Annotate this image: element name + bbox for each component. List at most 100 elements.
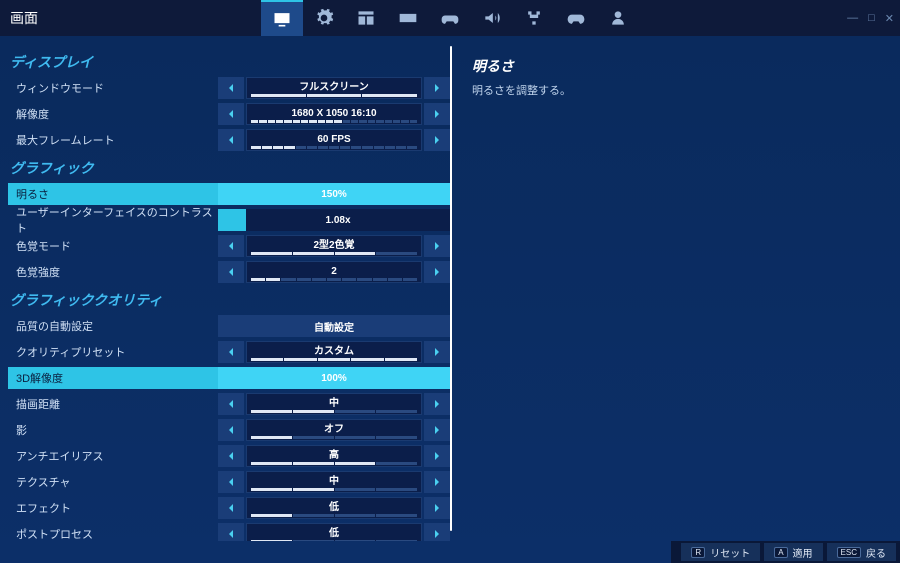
tick-strip — [251, 252, 417, 255]
prev-button[interactable] — [218, 129, 244, 151]
next-button[interactable] — [424, 393, 450, 415]
setting-row: アンチエイリアス 高 — [8, 444, 450, 468]
next-button[interactable] — [424, 341, 450, 363]
auto-set-button[interactable]: 自動設定 — [218, 315, 450, 337]
section-header: グラフィッククオリティ — [8, 290, 450, 310]
next-button[interactable] — [424, 103, 450, 125]
value-text: 1680 X 1050 16:10 — [291, 109, 376, 119]
maximize-icon[interactable]: □ — [868, 12, 875, 25]
setting-label: アンチエイリアス — [8, 448, 218, 464]
tab-network[interactable] — [513, 0, 555, 36]
tick-strip — [251, 120, 417, 123]
prev-button[interactable] — [218, 393, 244, 415]
setting-control: 低 — [218, 523, 450, 541]
setting-label: エフェクト — [8, 500, 218, 516]
prev-button[interactable] — [218, 341, 244, 363]
tick-strip — [251, 358, 417, 361]
prev-button[interactable] — [218, 471, 244, 493]
setting-control: 中 — [218, 393, 450, 415]
next-button[interactable] — [424, 471, 450, 493]
value-box: 低 — [246, 497, 422, 519]
prev-button[interactable] — [218, 523, 244, 541]
key-badge: ESC — [837, 547, 861, 558]
tab-ui[interactable] — [345, 0, 387, 36]
value-box: カスタム — [246, 341, 422, 363]
setting-label: ポストプロセス — [8, 526, 218, 541]
tab-keyboard[interactable] — [387, 0, 429, 36]
slider-value: 1.08x — [325, 215, 350, 226]
value-box: オフ — [246, 419, 422, 441]
page-title: 画面 — [10, 8, 38, 28]
value-text: 低 — [329, 503, 339, 513]
next-button[interactable] — [424, 419, 450, 441]
value-box: フルスクリーン — [246, 77, 422, 99]
setting-control[interactable]: 150% — [218, 183, 450, 205]
next-button[interactable] — [424, 235, 450, 257]
tab-controller2[interactable] — [555, 0, 597, 36]
prev-button[interactable] — [218, 497, 244, 519]
tick-strip — [251, 488, 417, 491]
tick-strip — [251, 436, 417, 439]
value-text: オフ — [324, 425, 344, 435]
next-button[interactable] — [424, 497, 450, 519]
tick-strip — [251, 146, 417, 149]
slider-fill: 150% — [218, 183, 450, 205]
value-box: 高 — [246, 445, 422, 467]
value-text: 低 — [329, 529, 339, 539]
value-text: 高 — [329, 451, 339, 461]
prev-button[interactable] — [218, 235, 244, 257]
setting-control[interactable]: 100% — [218, 367, 450, 389]
value-text: カスタム — [314, 347, 354, 357]
minimize-icon[interactable]: — — [847, 12, 858, 25]
setting-row: 色覚強度2 — [8, 260, 450, 284]
setting-label: 品質の自動設定 — [8, 318, 218, 334]
setting-label: 色覚モード — [8, 238, 218, 254]
detail-desc: 明るさを調整する。 — [472, 82, 880, 98]
footer: R リセット A 適用 ESC 戻る — [671, 541, 900, 563]
window-controls: — □ ✕ — [847, 12, 894, 25]
setting-row: テクスチャ中 — [8, 470, 450, 494]
value-text: フルスクリーン — [299, 83, 369, 93]
setting-row: 3D解像度100% — [8, 366, 450, 390]
setting-control[interactable]: 1.08x — [218, 209, 450, 231]
setting-control: 高 — [218, 445, 450, 467]
next-button[interactable] — [424, 77, 450, 99]
setting-label: 描画距離 — [8, 396, 218, 412]
slider-fill: 100% — [218, 367, 450, 389]
value-box: 1680 X 1050 16:10 — [246, 103, 422, 125]
settings-list: ディスプレイウィンドウモードフルスクリーン解像度1680 X 1050 16:1… — [0, 36, 450, 541]
back-button[interactable]: ESC 戻る — [827, 543, 896, 561]
tab-audio[interactable] — [471, 0, 513, 36]
value-box: 中 — [246, 393, 422, 415]
prev-button[interactable] — [218, 103, 244, 125]
tab-game[interactable] — [303, 0, 345, 36]
setting-row: 描画距離 中 — [8, 392, 450, 416]
setting-row: クオリティプリセット カスタム — [8, 340, 450, 364]
tick-strip — [251, 462, 417, 465]
button-label: リセット — [710, 545, 750, 560]
prev-button[interactable] — [218, 419, 244, 441]
value-box: 2 — [246, 261, 422, 283]
setting-control: 60 FPS — [218, 129, 450, 151]
setting-label: クオリティプリセット — [8, 344, 218, 360]
tab-video[interactable] — [261, 0, 303, 36]
next-button[interactable] — [424, 129, 450, 151]
prev-button[interactable] — [218, 445, 244, 467]
setting-row: 解像度1680 X 1050 16:10 — [8, 102, 450, 126]
next-button[interactable] — [424, 261, 450, 283]
tab-account[interactable] — [597, 0, 639, 36]
setting-control: カスタム — [218, 341, 450, 363]
next-button[interactable] — [424, 445, 450, 467]
setting-control: フルスクリーン — [218, 77, 450, 99]
button-label: 適用 — [793, 545, 813, 560]
next-button[interactable] — [424, 523, 450, 541]
button-label: 戻る — [866, 545, 886, 560]
reset-button[interactable]: R リセット — [681, 543, 760, 561]
setting-label: 3D解像度 — [8, 367, 218, 389]
prev-button[interactable] — [218, 77, 244, 99]
tab-controller[interactable] — [429, 0, 471, 36]
prev-button[interactable] — [218, 261, 244, 283]
tick-strip — [251, 540, 417, 541]
close-icon[interactable]: ✕ — [885, 12, 894, 25]
apply-button[interactable]: A 適用 — [764, 543, 822, 561]
